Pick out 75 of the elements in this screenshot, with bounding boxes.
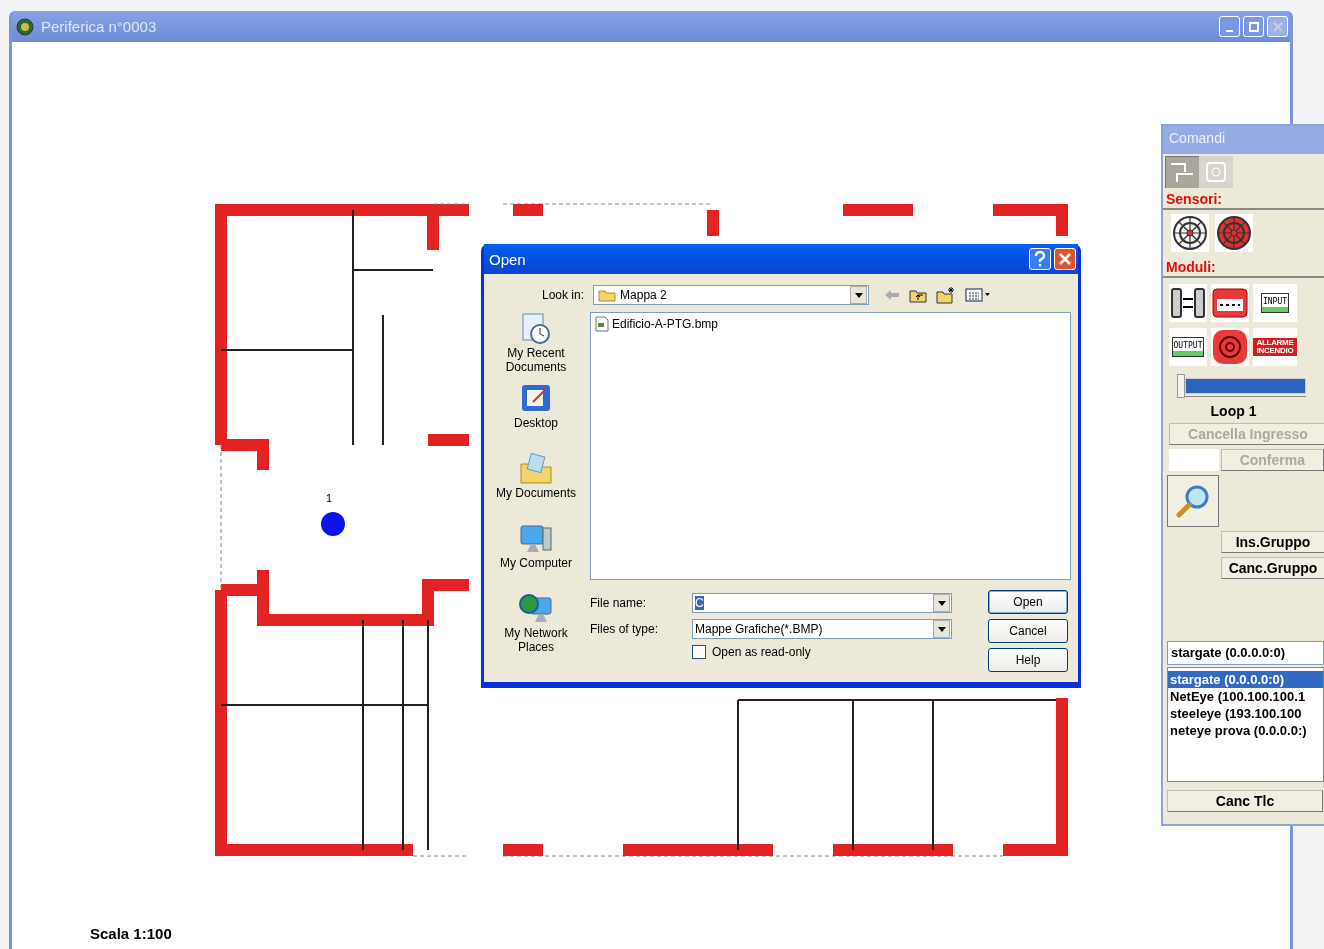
delete-button[interactable]: Canc Tlc (1167, 790, 1323, 812)
places-item[interactable]: My Network Places (484, 592, 588, 658)
close-icon (1058, 252, 1072, 266)
look-in-label: Look in: (542, 288, 585, 302)
question-icon (1033, 251, 1047, 267)
section-label: Sensori: (1163, 188, 1324, 210)
file-type-label: Files of type: (590, 622, 660, 636)
read-only-label: Open as read-only (712, 645, 811, 659)
module-tool[interactable]: OUTPUT (1169, 328, 1207, 366)
io-module-icon (1170, 287, 1206, 319)
detector-icon (1172, 215, 1208, 251)
input-field[interactable] (1169, 449, 1219, 471)
sensor-tool[interactable] (1215, 214, 1253, 252)
connection-item[interactable]: NetEye (100.100.100.1 (1168, 688, 1323, 705)
file-item[interactable]: Edificio-A-PTG.bmp (594, 316, 719, 332)
minimize-icon (1226, 29, 1233, 32)
maximize-icon (1248, 21, 1259, 32)
module-tool[interactable] (1211, 328, 1249, 366)
close-button[interactable] (1054, 248, 1076, 270)
bitmap-file-icon (594, 316, 610, 332)
connection-field[interactable]: stargate (0.0.0.0:0) (1167, 641, 1324, 665)
dialog-button[interactable]: Open (988, 590, 1068, 614)
up-folder-icon[interactable] (909, 287, 928, 303)
documents-folder-icon (519, 452, 553, 486)
device-icon (1204, 160, 1228, 184)
search-button[interactable] (1167, 475, 1219, 527)
scale-label: Scala 1:100 (90, 925, 172, 942)
wiring-icon (1169, 160, 1195, 184)
sensor-marker-icon[interactable] (320, 511, 346, 537)
connection-item[interactable]: steeleye (193.100.100 (1168, 705, 1323, 722)
section-label: Moduli: (1163, 256, 1324, 278)
loop-slider[interactable] (1177, 374, 1306, 397)
help-button[interactable] (1029, 248, 1051, 270)
connection-item[interactable]: stargate (0.0.0.0:0) (1168, 671, 1323, 688)
alarm-label: ALLARME INCENDIO (1253, 337, 1297, 357)
module-tool[interactable] (1169, 284, 1207, 322)
maximize-button[interactable] (1243, 16, 1264, 37)
places-item[interactable]: My Documents (484, 452, 588, 518)
group-button[interactable]: Ins.Gruppo (1221, 531, 1324, 553)
new-folder-icon[interactable] (936, 286, 957, 304)
panel-title: Comandi (1163, 126, 1324, 154)
places-item[interactable]: My Computer (484, 522, 588, 588)
module-label: OUTPUT (1171, 337, 1205, 357)
places-item[interactable]: My Recent Documents (484, 312, 588, 378)
places-item[interactable]: Desktop (484, 382, 588, 448)
call-point-icon (1212, 287, 1248, 319)
dialog-button[interactable]: Help (988, 648, 1068, 672)
fire-detector-icon (1216, 215, 1252, 251)
read-only-checkbox[interactable] (692, 645, 706, 659)
tool-tab[interactable] (1165, 156, 1199, 188)
folder-icon (598, 288, 617, 302)
file-name-label: File name: (590, 596, 648, 610)
window-title: Periferica n°0003 (41, 18, 157, 35)
dialog-title: Open (489, 250, 526, 268)
sensor-tool[interactable] (1171, 214, 1209, 252)
search-icon (1175, 483, 1211, 519)
module-tool[interactable]: ALLARME INCENDIO (1253, 328, 1297, 366)
look-in-value: Mappa 2 (620, 288, 667, 302)
slider-thumb[interactable] (1177, 374, 1185, 398)
view-menu-icon[interactable] (965, 288, 992, 302)
minimize-button[interactable] (1219, 16, 1240, 37)
module-tool[interactable]: INPUT (1253, 284, 1297, 322)
module-label: INPUT (1260, 293, 1290, 313)
look-in-dropdown[interactable]: Mappa 2 (593, 285, 870, 305)
file-type-dropdown[interactable]: Mappe Grafiche(*.BMP) (692, 619, 952, 639)
loop-label: Loop 1 (1209, 402, 1258, 421)
siren-icon (1212, 329, 1248, 365)
file-name-field[interactable]: C (692, 593, 952, 613)
dialog-button[interactable]: Cancel (988, 619, 1068, 643)
module-tool[interactable] (1211, 284, 1249, 322)
close-icon (1272, 21, 1283, 32)
recent-documents-icon (519, 312, 553, 346)
connection-item[interactable]: neteye prova (0.0.0.0:) (1168, 722, 1323, 739)
group-button[interactable]: Canc.Gruppo (1221, 557, 1324, 579)
marker-label: 1 (326, 492, 333, 504)
